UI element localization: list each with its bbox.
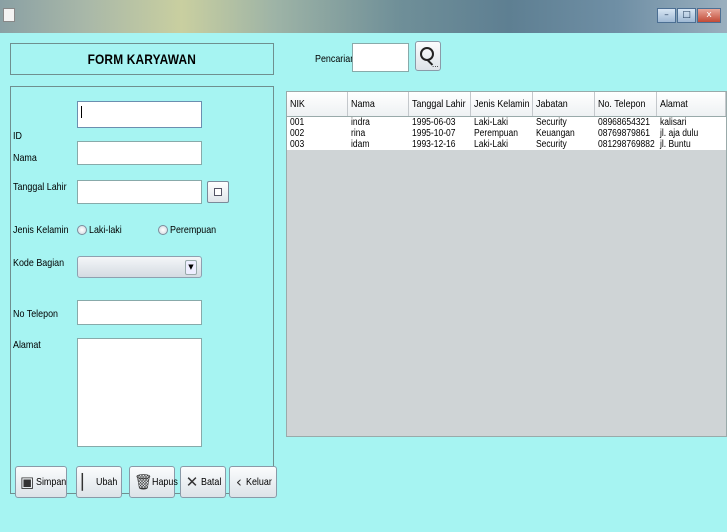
keluar-button-label: Keluar bbox=[245, 476, 272, 488]
close-button[interactable]: x bbox=[697, 8, 721, 23]
table-cell: Perempuan bbox=[474, 128, 519, 139]
table-cell: 08769879861 bbox=[597, 128, 650, 139]
id-label: ID bbox=[13, 130, 22, 142]
simpan-button[interactable]: ▣ Simpan bbox=[15, 466, 67, 498]
simpan-button-label: Simpan bbox=[36, 476, 67, 488]
table-cell: 002 bbox=[290, 128, 305, 139]
calendar-icon bbox=[214, 188, 222, 196]
column-header[interactable]: Jabatan bbox=[533, 92, 595, 116]
table-cell: 1995-10-07 bbox=[412, 128, 456, 139]
table-header: NIK Nama Tanggal Lahir Jenis Kelamin Jab… bbox=[287, 92, 726, 117]
save-icon: ▣ bbox=[20, 473, 35, 491]
form-title: FORM KARYAWAN bbox=[87, 51, 197, 67]
column-header-label: Jenis Kelamin bbox=[474, 98, 530, 110]
text-caret bbox=[81, 106, 82, 118]
radio-laki-laki-label: Laki-laki bbox=[89, 224, 122, 236]
table-cell: Laki-Laki bbox=[474, 117, 509, 128]
back-arrow-icon: ‹ bbox=[235, 473, 242, 491]
kode-bagian-label: Kode Bagian bbox=[13, 257, 65, 269]
table-cell: rina bbox=[350, 128, 365, 139]
delete-icon: 🗑 bbox=[134, 473, 154, 491]
column-header[interactable]: NIK bbox=[287, 92, 348, 116]
column-header-label: Jabatan bbox=[535, 98, 568, 110]
table-cell: jl. Buntu bbox=[660, 139, 692, 150]
table-cell: 081298769882 bbox=[597, 139, 655, 150]
cancel-icon: ✕ bbox=[185, 473, 199, 491]
column-header[interactable]: Tanggal Lahir bbox=[409, 92, 472, 116]
search-label: Pencarian bbox=[315, 53, 356, 65]
column-header-label: NIK bbox=[290, 98, 305, 110]
table-row[interactable]: 001 indra 1995-06-03 Laki-Laki Security … bbox=[287, 117, 726, 128]
table-cell: Security bbox=[535, 139, 567, 150]
ubah-button[interactable]: ▏ Ubah bbox=[76, 466, 122, 498]
table-cell: indra bbox=[350, 117, 370, 128]
maximize-button[interactable]: □ bbox=[677, 8, 696, 23]
hapus-button-label: Hapus bbox=[152, 476, 178, 488]
table-cell: 08968654321 bbox=[597, 117, 650, 128]
jenis-kelamin-label: Jenis Kelamin bbox=[13, 224, 69, 236]
hapus-button[interactable]: 🗑 Hapus bbox=[129, 466, 178, 498]
column-header[interactable]: Alamat bbox=[657, 92, 726, 116]
window-titlebar: – □ x bbox=[0, 0, 727, 33]
table-cell: idam bbox=[350, 139, 370, 150]
alamat-label: Alamat bbox=[13, 339, 41, 351]
batal-button[interactable]: ✕ Batal bbox=[180, 466, 226, 498]
table-cell: Keuangan bbox=[535, 128, 575, 139]
no-telepon-field[interactable] bbox=[77, 300, 202, 325]
search-button-dots: ... bbox=[432, 60, 439, 69]
column-header[interactable]: Nama bbox=[348, 92, 410, 116]
table-cell: 003 bbox=[290, 139, 305, 150]
table-cell: 1993-12-16 bbox=[412, 139, 456, 150]
window-controls: – □ x bbox=[656, 8, 721, 23]
kode-bagian-combo[interactable]: ▼ bbox=[77, 256, 202, 278]
column-header-label: No. Telepon bbox=[597, 98, 646, 110]
radio-laki-laki[interactable] bbox=[77, 225, 87, 235]
table-row[interactable]: 003 idam 1993-12-16 Laki-Laki Security 0… bbox=[287, 139, 726, 150]
alamat-textarea[interactable] bbox=[77, 338, 202, 447]
employee-table[interactable]: NIK Nama Tanggal Lahir Jenis Kelamin Jab… bbox=[286, 91, 727, 437]
column-header-label: Alamat bbox=[660, 98, 689, 110]
tanggal-lahir-label: Tanggal Lahir bbox=[13, 181, 67, 193]
batal-button-label: Batal bbox=[201, 476, 222, 488]
tanggal-lahir-field[interactable] bbox=[77, 180, 202, 204]
table-row[interactable]: 002 rina 1995-10-07 Perempuan Keuangan 0… bbox=[287, 128, 726, 139]
column-header[interactable]: Jenis Kelamin bbox=[471, 92, 533, 116]
chevron-down-icon: ▼ bbox=[185, 260, 197, 275]
table-cell: Laki-Laki bbox=[474, 139, 509, 150]
id-field[interactable] bbox=[77, 101, 202, 128]
ubah-button-label: Ubah bbox=[95, 476, 118, 488]
radio-perempuan[interactable] bbox=[158, 225, 168, 235]
minimize-button[interactable]: – bbox=[657, 8, 676, 23]
search-input[interactable] bbox=[352, 43, 409, 72]
table-cell: Security bbox=[535, 117, 567, 128]
keluar-button[interactable]: ‹ Keluar bbox=[229, 466, 277, 498]
column-header-label: Nama bbox=[350, 98, 375, 110]
nama-field[interactable] bbox=[77, 141, 202, 165]
form-header: FORM KARYAWAN bbox=[10, 43, 274, 75]
radio-perempuan-label: Perempuan bbox=[170, 224, 217, 236]
column-header[interactable]: No. Telepon bbox=[595, 92, 658, 116]
search-button[interactable]: ... bbox=[415, 41, 441, 71]
nama-label: Nama bbox=[13, 152, 37, 164]
table-cell: kalisari bbox=[660, 117, 687, 128]
table-cell: jl. aja dulu bbox=[660, 128, 699, 139]
table-cell: 001 bbox=[290, 117, 305, 128]
edit-icon: ▏ bbox=[81, 473, 94, 491]
table-cell: 1995-06-03 bbox=[412, 117, 456, 128]
date-picker-button[interactable] bbox=[207, 181, 229, 203]
no-telepon-label: No Telepon bbox=[13, 308, 58, 320]
column-header-label: Tanggal Lahir bbox=[412, 98, 467, 110]
java-app-icon bbox=[3, 8, 15, 22]
